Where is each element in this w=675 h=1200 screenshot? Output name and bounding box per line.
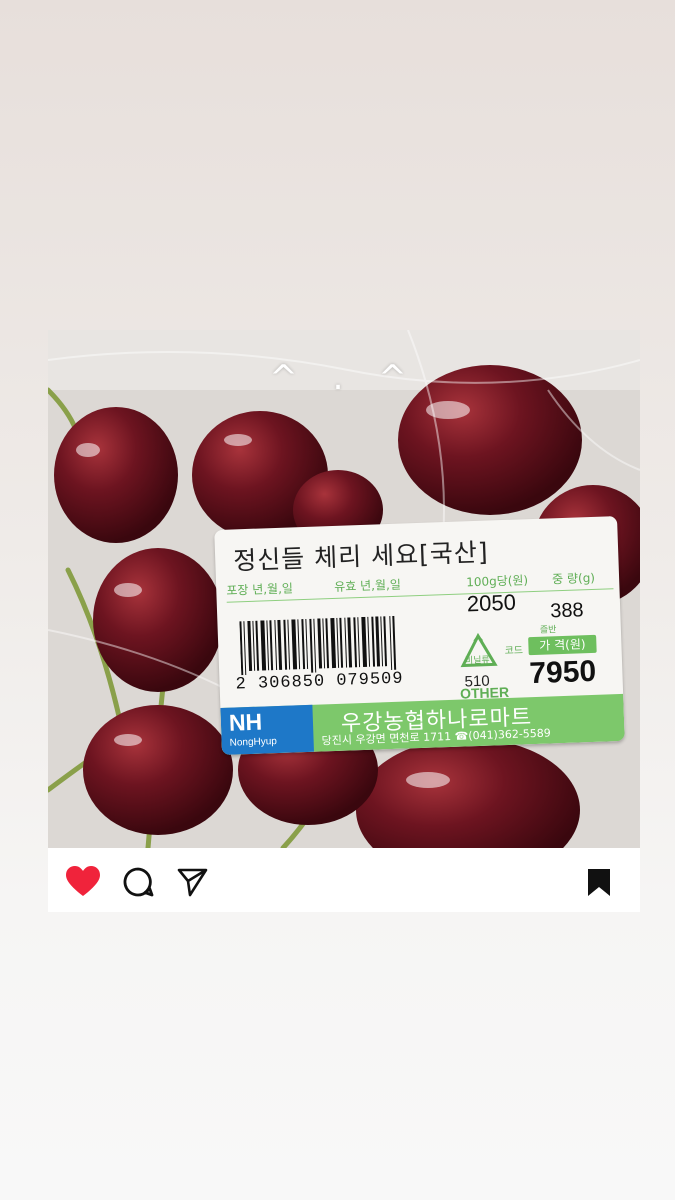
post-action-bar — [48, 848, 640, 912]
nh-logo-sub: NongHyup — [229, 736, 278, 749]
product-title: 정신들 체리 세요[국산] — [232, 537, 490, 576]
post-photo[interactable]: ^ . ^ 정신들 체리 세요[국산] 포장 년,월,일 유효 년,월,일 10… — [48, 330, 640, 848]
recycle-category: 비닐류 — [464, 655, 490, 667]
label-header: 유효 년,월,일 — [334, 577, 402, 594]
weight: 388 — [549, 599, 584, 623]
post-card: ^ . ^ 정신들 체리 세요[국산] 포장 년,월,일 유효 년,월,일 10… — [48, 330, 640, 912]
barcode — [239, 615, 397, 676]
comment-icon[interactable] — [122, 866, 154, 898]
nh-logo: NH — [228, 708, 263, 736]
price: 7950 — [528, 654, 597, 691]
weight-sub: 즐반 — [539, 625, 557, 636]
price-label: 정신들 체리 세요[국산] 포장 년,월,일 유효 년,월,일 100g당(원)… — [214, 516, 625, 755]
nh-logo-box: NH NongHyup — [220, 704, 314, 755]
bookmark-icon[interactable] — [584, 866, 616, 898]
label-header: 중 량(g) — [551, 570, 596, 587]
send-icon[interactable] — [176, 866, 208, 898]
code-label: 코드 — [504, 645, 524, 658]
price-header: 가 격(원) — [528, 634, 597, 656]
heart-icon[interactable] — [66, 866, 100, 898]
overlay-emoticon: ^ . ^ — [269, 358, 419, 398]
label-header: 100g당(원) — [465, 573, 529, 590]
label-header: 포장 년,월,일 — [226, 581, 294, 598]
unit-price: 2050 — [466, 589, 517, 617]
